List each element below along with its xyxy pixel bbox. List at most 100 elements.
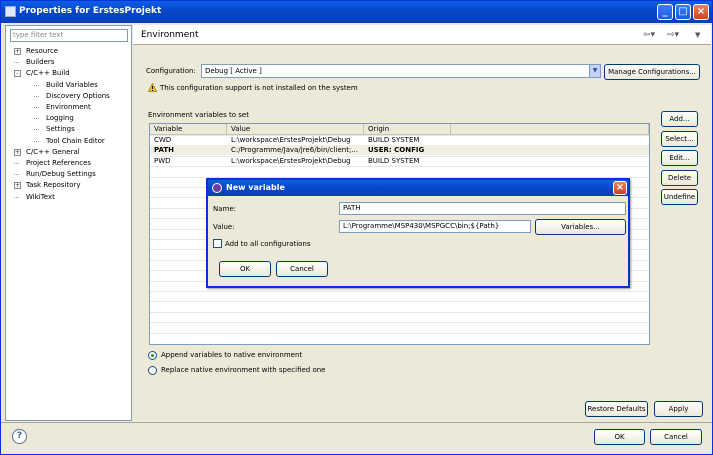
help-icon[interactable]: ? [12,429,27,444]
table-cell-value: L:\workspace\ErstesProjekt\Debug [231,136,351,144]
table-cell-origin: BUILD SYSTEM [368,156,420,165]
dialog-close-icon[interactable]: × [613,181,627,195]
eclipse-icon [212,183,222,193]
chevron-down-icon[interactable]: ▼ [589,65,600,77]
append-radio[interactable] [148,351,157,360]
configuration-select[interactable]: Debug [ Active ] ▼ [201,64,601,78]
tree-connector [14,174,19,176]
name-label: Name: [213,205,237,213]
tree-item-label: Build Variables [46,80,98,89]
window-titlebar[interactable]: Properties for ErstesProjekt _ □ × [1,1,712,23]
expand-icon[interactable]: + [14,148,21,156]
tree-connector [14,62,19,64]
table-buttons: Add... Select... Edit... Delete Undefine [661,111,701,211]
dialog-title: New variable [226,183,285,192]
tree-connector [14,196,19,198]
tree-item[interactable]: WikiText [6,192,131,203]
app-icon [5,6,16,17]
restore-defaults-button[interactable]: Restore Defaults [585,401,648,417]
tree-item-label: Environment [46,103,91,111]
tree-item[interactable]: Builders [6,57,131,68]
table-label: Environment variables to set [148,111,249,119]
table-row[interactable]: PWD L:\workspace\ErstesProjekt\Debug BUILD… [150,156,649,166]
tree-item[interactable]: Discovery Options [6,91,131,102]
tree-item-label: Logging [46,114,74,123]
tree-item[interactable]: Settings [6,124,131,135]
tree-item[interactable]: + Task Repository [6,180,131,191]
replace-radio[interactable] [148,366,157,375]
ok-button[interactable]: OK [594,429,645,445]
tree-item-label: Discovery Options [46,91,110,100]
tree-item-label: Run/Debug Settings [26,170,96,179]
add-all-checkbox[interactable] [213,239,222,248]
add-all-label: Add to all configurations [225,240,311,248]
variables-button[interactable]: Variables... [535,219,626,235]
warning-text: This configuration support is not instal… [160,84,358,92]
collapse-icon[interactable]: - [14,70,21,78]
column-header-filler [451,124,649,135]
tree-item[interactable]: Environment [6,102,131,113]
column-header-variable[interactable]: Variable [150,124,227,135]
cancel-button[interactable]: Cancel [650,429,702,445]
tree-item[interactable]: + Resource [6,46,131,57]
tree-item[interactable]: + C/C++ General [6,147,131,158]
tree-item-label: Project References [26,159,92,167]
forward-icon[interactable]: ⇨▾ [667,30,679,40]
tree-connector [14,163,19,164]
tree-connector [34,84,39,86]
table-row[interactable]: PATH C:/Programme/Java/jre6/bin/client;..… [150,145,649,156]
tree-item[interactable]: Project References [6,158,131,169]
table-cell-value: L:\workspace\ErstesProjekt\Debug [231,156,351,165]
maximize-icon[interactable]: □ [675,4,691,20]
table-cell-variable: PWD [154,156,171,165]
tree-item-label: Tool Chain Editor [46,136,105,145]
close-icon[interactable]: × [693,4,709,20]
value-input[interactable]: L:\Programme\MSP430\MSPGCC\bin;${Path} [339,220,531,233]
add-button[interactable]: Add... [661,111,698,127]
tree-item-label: Builders [26,58,55,67]
table-gridline [150,301,649,303]
tree-item[interactable]: Tool Chain Editor [6,136,131,147]
value-label: Value: [213,223,235,231]
tree-connector [34,107,39,108]
property-tree: type filter text + Resource Builders - C/C++… [5,25,132,421]
expand-icon[interactable]: + [14,48,21,55]
apply-button[interactable]: Apply [654,401,703,417]
tree-item[interactable]: Build Variables [6,80,131,91]
dialog-ok-button[interactable]: OK [219,261,271,277]
tree-item-label: C/C++ General [26,147,80,156]
column-header-origin[interactable]: Origin [364,124,451,135]
table-cell-variable: PATH [154,146,174,155]
manage-configurations-button[interactable]: Manage Configurations... [604,64,700,80]
tree-item-label: Task Repository [26,181,81,190]
filter-input[interactable]: type filter text [10,29,128,42]
dialog-titlebar[interactable]: New variable × [208,180,628,196]
column-header-value[interactable]: Value [227,124,364,135]
minimize-icon[interactable]: _ [657,4,673,20]
configuration-label: Configuration: [146,67,196,75]
expand-icon[interactable]: + [14,182,21,190]
table-gridline [150,291,649,292]
table-row[interactable]: CWD L:\workspace\ErstesProjekt\Debug BUILD… [150,135,649,145]
tree-item-label: Settings [46,125,75,134]
edit-button[interactable]: Edit... [661,150,698,167]
back-icon[interactable]: ⇦▾ [643,30,655,40]
tree-item[interactable]: Run/Debug Settings [6,169,131,180]
table-gridline [150,322,649,324]
dialog-cancel-button[interactable]: Cancel [276,261,328,277]
tree-item[interactable]: - C/C++ Build [6,68,131,79]
table-cell-value: C:/Programme/Java/jre6/bin/client;... [231,146,358,155]
table-cell-origin: BUILD SYSTEM [368,136,420,144]
new-variable-dialog: New variable × Name: PATH Value: L:\Prog… [206,178,630,288]
properties-window: Properties for ErstesProjekt _ □ × type … [0,0,713,455]
view-menu-icon[interactable]: ▼ [695,31,700,39]
tree-connector [34,118,39,120]
table-gridline [150,166,649,168]
undefine-button[interactable]: Undefine [661,189,698,206]
delete-button[interactable]: Delete [661,169,698,186]
tree-item[interactable]: Logging [6,113,131,124]
select-button[interactable]: Select... [661,130,698,147]
page-title: Environment [141,30,199,40]
tree-connector [34,140,39,142]
name-input[interactable]: PATH [339,202,626,215]
